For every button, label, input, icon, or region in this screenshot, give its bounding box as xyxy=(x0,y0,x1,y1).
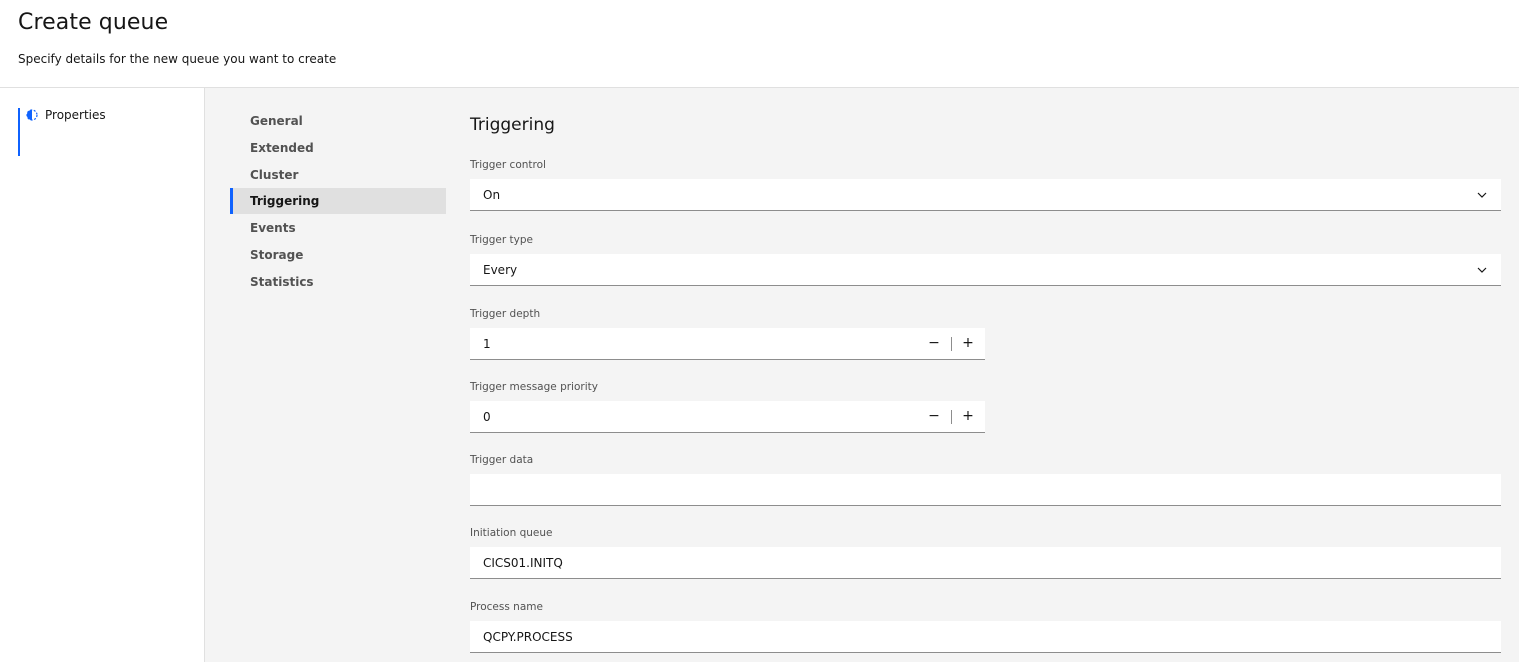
trigger-control-value: On xyxy=(483,188,501,202)
page-header: Create queue Specify details for the new… xyxy=(0,0,1519,88)
incomplete-circle-icon xyxy=(26,109,38,121)
progress-step-properties[interactable]: Properties xyxy=(18,108,200,156)
chevron-down-icon xyxy=(1477,267,1487,273)
trigger-type-label: Trigger type xyxy=(470,234,534,246)
trigger-message-priority-value: 0 xyxy=(483,410,491,424)
trigger-depth-label: Trigger depth xyxy=(470,308,541,320)
trigger-depth-increment-button[interactable]: + xyxy=(952,328,984,360)
initiation-queue-label: Initiation queue xyxy=(470,527,553,539)
trigger-depth-value: 1 xyxy=(483,337,491,351)
page-subtitle: Specify details for the new queue you wa… xyxy=(18,52,337,66)
section-nav-statistics[interactable]: Statistics xyxy=(230,269,446,295)
trigger-type-select[interactable]: Every xyxy=(470,254,1501,286)
page-title: Create queue xyxy=(18,10,169,35)
trigger-message-priority-decrement-button[interactable]: − xyxy=(918,401,950,433)
section-nav: General Extended Cluster Triggering Even… xyxy=(230,108,446,296)
trigger-type-value: Every xyxy=(483,263,518,277)
section-title: Triggering xyxy=(470,115,555,135)
trigger-depth-input[interactable]: 1 − + xyxy=(470,328,985,360)
main-panel: General Extended Cluster Triggering Even… xyxy=(205,88,1519,662)
process-name-label: Process name xyxy=(470,601,543,613)
trigger-data-input[interactable] xyxy=(470,474,1501,506)
trigger-message-priority-label: Trigger message priority xyxy=(470,381,598,393)
process-name-input[interactable]: QCPY.PROCESS xyxy=(470,621,1501,653)
progress-step-label: Properties xyxy=(45,108,106,122)
section-nav-extended[interactable]: Extended xyxy=(230,135,446,161)
trigger-control-select[interactable]: On xyxy=(470,179,1501,211)
progress-sidebar: Properties xyxy=(0,88,205,662)
section-nav-cluster[interactable]: Cluster xyxy=(230,162,446,188)
initiation-queue-value: CICS01.INITQ xyxy=(483,556,563,570)
trigger-message-priority-input[interactable]: 0 − + xyxy=(470,401,985,433)
trigger-depth-decrement-button[interactable]: − xyxy=(918,328,950,360)
section-nav-storage[interactable]: Storage xyxy=(230,242,446,268)
trigger-message-priority-increment-button[interactable]: + xyxy=(952,401,984,433)
chevron-down-icon xyxy=(1477,192,1487,198)
initiation-queue-input[interactable]: CICS01.INITQ xyxy=(470,547,1501,579)
section-nav-triggering[interactable]: Triggering xyxy=(230,188,446,215)
trigger-control-label: Trigger control xyxy=(470,159,546,171)
process-name-value: QCPY.PROCESS xyxy=(483,630,573,644)
section-nav-general[interactable]: General xyxy=(230,108,446,134)
trigger-data-label: Trigger data xyxy=(470,454,534,466)
section-nav-events[interactable]: Events xyxy=(230,215,446,241)
